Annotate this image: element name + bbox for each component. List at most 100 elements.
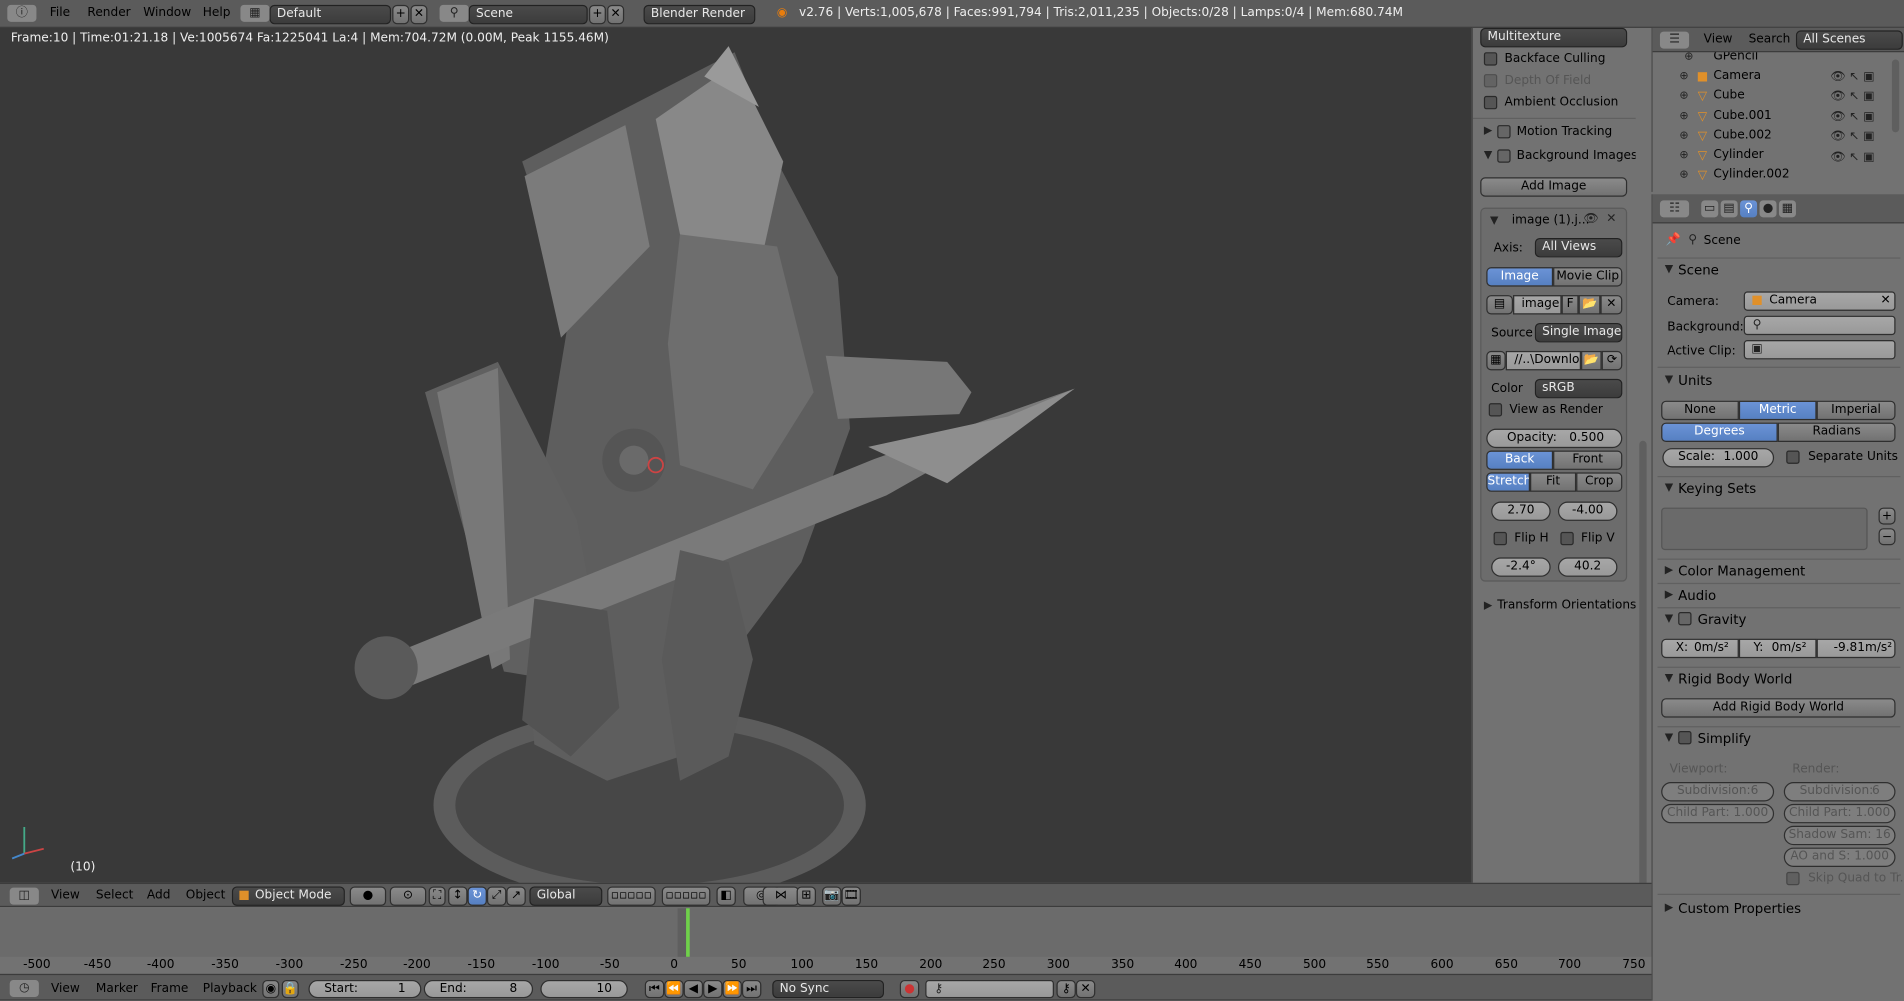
render-subdiv-field[interactable]: Subdivision: 6 (1783, 782, 1896, 802)
source-select[interactable]: Single Image (1534, 323, 1623, 343)
layers-grid-2[interactable]: ▫▫▫▫▫ (661, 886, 711, 906)
gravity-z-field[interactable]: -9.81m/s² (1816, 638, 1896, 659)
keying-sets-list[interactable] (1661, 507, 1868, 551)
tl-menu-view[interactable]: View (51, 982, 80, 995)
clear-camera-icon[interactable]: ✕ (1880, 293, 1890, 310)
units-metric-button[interactable]: Metric (1738, 400, 1817, 421)
gravity-title[interactable]: Gravity (1698, 612, 1747, 628)
render-view-icon[interactable]: 📷 (822, 886, 842, 906)
properties-editor-icon[interactable]: ☷ (1659, 200, 1690, 218)
ao-sss-field[interactable]: AO and S: 1.000 (1783, 847, 1896, 868)
info-editor-icon[interactable]: ⓘ (7, 4, 37, 22)
image-collapse-icon[interactable]: ▼ (1490, 215, 1498, 227)
timeline-area[interactable] (0, 908, 1652, 957)
menu-window[interactable]: Window (143, 6, 191, 19)
skip-quad-checkbox[interactable] (1786, 871, 1800, 886)
render-layers-tab-icon[interactable]: ▤ (1720, 200, 1738, 218)
flip-h-checkbox[interactable] (1493, 531, 1507, 546)
manipulator-toggle[interactable]: ⛶ (428, 886, 446, 906)
outliner-menu-view[interactable]: View (1704, 33, 1733, 46)
radians-button[interactable]: Radians (1777, 422, 1896, 443)
image-browse-button[interactable]: ▤ (1486, 295, 1514, 315)
vp-menu-object[interactable]: Object (186, 889, 226, 902)
gravity-y-field[interactable]: Y: 0m/s² (1738, 638, 1817, 659)
add-keying-set-button[interactable]: + (1878, 507, 1896, 525)
pivot-button[interactable]: ⊙ (389, 886, 427, 906)
shadow-samples-field[interactable]: Shadow Sam: 16 (1783, 825, 1896, 846)
gravity-toggle[interactable]: ▼ (1665, 613, 1673, 625)
simplify-toggle[interactable]: ▼ (1665, 732, 1673, 744)
bg-images-checkbox[interactable] (1497, 149, 1511, 163)
unit-scale-field[interactable]: Scale: 1.000 (1662, 448, 1775, 468)
current-frame-field[interactable]: 10 (540, 979, 628, 999)
render-engine-select[interactable]: Blender Render (643, 4, 756, 25)
active-clip-field[interactable]: ▣ (1743, 340, 1896, 360)
custom-props-toggle[interactable]: ▶ (1665, 902, 1673, 914)
pin-icon[interactable]: 📌 (1665, 232, 1682, 249)
keying-set-field[interactable]: ⚷ (925, 979, 1055, 999)
collapse-icon[interactable]: ▼ (1484, 149, 1492, 161)
view-render-checkbox[interactable] (1488, 403, 1503, 417)
separate-units-checkbox[interactable] (1786, 450, 1800, 464)
crop-button[interactable]: Crop (1576, 472, 1623, 492)
record-button[interactable]: ● (899, 979, 920, 999)
shading-select[interactable]: Multitexture (1480, 27, 1628, 48)
remove-scene-button[interactable]: ✕ (607, 4, 625, 25)
color-space-select[interactable]: sRGB (1534, 378, 1623, 399)
outliner-visibility-icons[interactable]: 👁 ↖ ▣ 👁 ↖ ▣ 👁 ↖ ▣ 👁 ↖ ▣ 👁 ↖ ▣ (1830, 68, 1891, 170)
jump-keyframe-back-button[interactable]: ⏪ (664, 979, 684, 999)
simplify-title[interactable]: Simplify (1698, 731, 1751, 747)
add-scene-button[interactable]: + (588, 4, 606, 25)
background-field[interactable]: ⚲ (1743, 315, 1896, 336)
remove-keying-set-button[interactable]: − (1878, 528, 1896, 546)
camera-field[interactable]: ■ Camera ✕ (1743, 291, 1896, 311)
layer-lock-icon[interactable]: ◧ (716, 886, 736, 906)
open-file-button[interactable]: 📂 (1581, 350, 1602, 371)
degrees-button[interactable]: Degrees (1661, 422, 1778, 443)
unlink-image-button[interactable]: ✕ (1600, 295, 1623, 315)
translate-manipulator[interactable]: ↕ (448, 886, 468, 906)
delete-keyframe-button[interactable]: ✕ (1075, 979, 1096, 999)
start-frame-field[interactable]: Start: 1 (308, 979, 422, 999)
image-datablock-field[interactable]: image (1513, 295, 1562, 315)
tl-menu-playback[interactable]: Playback (203, 982, 257, 995)
color-mgmt-title[interactable]: Color Management (1678, 563, 1805, 579)
bg-images-label[interactable]: Background Images (1517, 149, 1638, 162)
expand-icon[interactable]: ▶ (1484, 125, 1492, 137)
viewport-editor-icon[interactable]: ◫ (9, 887, 39, 905)
outliner-editor-icon[interactable]: ☰ (1659, 31, 1690, 49)
flip-v-checkbox[interactable] (1560, 531, 1574, 546)
back-button[interactable]: Back (1486, 450, 1554, 470)
viewport-shading-button[interactable]: ● (349, 886, 387, 906)
reload-button[interactable]: ⟳ (1601, 350, 1623, 371)
scene-field[interactable]: Scene (468, 4, 588, 25)
scene-tab-icon[interactable]: ⚲ (1740, 200, 1758, 218)
scene-icon[interactable]: ⚲ (439, 4, 469, 22)
vp-menu-add[interactable]: Add (147, 889, 171, 902)
tl-menu-marker[interactable]: Marker (96, 982, 138, 995)
viewport-subdiv-field[interactable]: Subdivision: 6 (1661, 782, 1775, 802)
render-child-field[interactable]: Child Part: 1.000 (1783, 803, 1896, 824)
rigid-body-toggle[interactable]: ▼ (1665, 673, 1673, 685)
ao-checkbox[interactable] (1483, 95, 1498, 110)
scene-panel-title[interactable]: Scene (1678, 262, 1719, 278)
transform-orientation-select[interactable]: Global (529, 886, 603, 906)
open-image-button[interactable]: 📂 (1578, 295, 1601, 315)
play-reverse-button[interactable]: ◀ (683, 979, 704, 999)
scene-panel-toggle[interactable]: ▼ (1665, 264, 1673, 276)
snap-target-icon[interactable]: ⊞ (796, 886, 817, 906)
motion-label[interactable]: Motion Tracking (1517, 125, 1613, 138)
motion-checkbox[interactable] (1497, 125, 1511, 139)
timeline[interactable]: -500 -450 -400 -350 -300 -250 -200 -150 … (0, 908, 1652, 974)
object-tab-icon[interactable]: ▦ (1778, 200, 1796, 218)
stretch-button[interactable]: Stretch (1486, 472, 1531, 492)
jump-end-button[interactable]: ⏭ (741, 979, 762, 999)
file-path-field[interactable]: //..\Downlo... (1505, 350, 1582, 371)
simplify-checkbox[interactable] (1678, 731, 1692, 745)
keying-panel-toggle[interactable]: ▼ (1665, 482, 1673, 494)
dof-checkbox[interactable] (1483, 74, 1498, 88)
timeline-editor-icon[interactable]: ◷ (9, 979, 39, 997)
render-anim-icon[interactable]: 🎞 (841, 886, 861, 906)
units-none-button[interactable]: None (1661, 400, 1739, 421)
custom-props-title[interactable]: Custom Properties (1678, 901, 1801, 917)
